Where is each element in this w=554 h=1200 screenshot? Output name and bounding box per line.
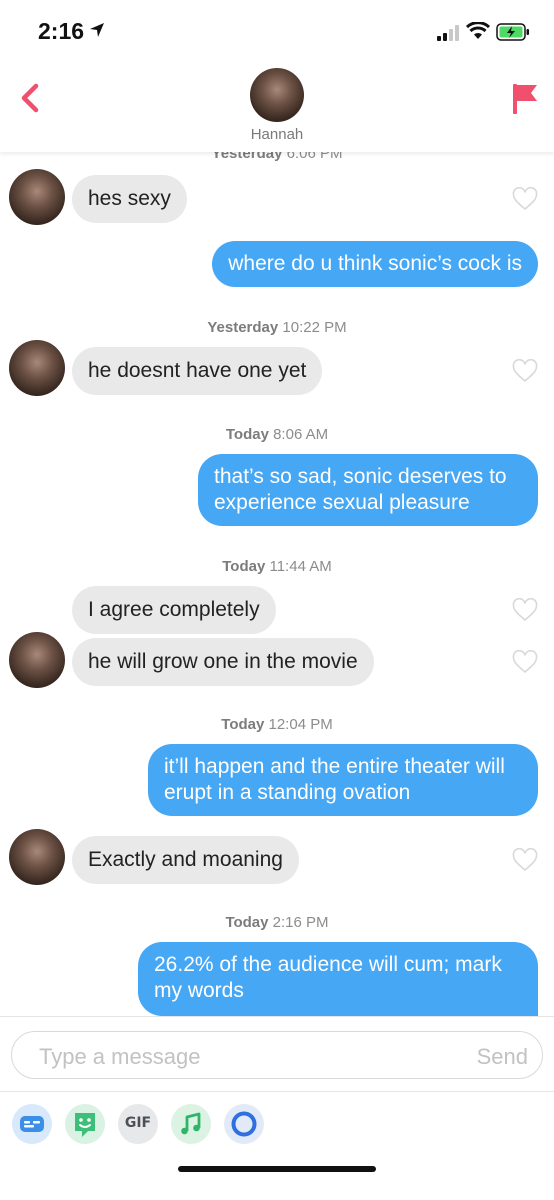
- timestamp: Today 11:44 AM: [222, 558, 332, 575]
- send-button[interactable]: Send: [477, 1044, 528, 1070]
- loops-icon: [231, 1111, 257, 1137]
- incoming-message: I agree completely: [72, 586, 276, 634]
- home-indicator: [178, 1166, 376, 1172]
- outgoing-message: that’s so sad, sonic deserves to experie…: [198, 454, 538, 526]
- avatar[interactable]: [9, 632, 65, 688]
- report-flag-icon: [513, 84, 537, 114]
- sticker-icon: [20, 1116, 44, 1132]
- outgoing-message: it’ll happen and the entire theater will…: [148, 744, 538, 816]
- composer: Type a message Send GIF: [0, 1016, 554, 1200]
- loops-button[interactable]: [224, 1104, 264, 1144]
- like-heart-icon[interactable]: [512, 848, 538, 872]
- bitmoji-icon: [75, 1113, 95, 1137]
- timestamp: Today 2:16 PM: [225, 914, 329, 931]
- battery-icon: [496, 23, 529, 41]
- incoming-message: Exactly and moaning: [72, 836, 299, 884]
- cellular-signal-icon: [437, 25, 459, 41]
- gif-button[interactable]: GIF: [118, 1104, 158, 1144]
- back-chevron-icon: [21, 83, 39, 113]
- incoming-message: he doesnt have one yet: [72, 347, 323, 395]
- like-heart-icon[interactable]: [512, 359, 538, 383]
- outgoing-message: 26.2% of the audience will cum; mark my …: [138, 942, 538, 1016]
- back-button[interactable]: [14, 78, 48, 118]
- location-arrow-icon: [90, 23, 104, 37]
- bitmoji-button[interactable]: [65, 1104, 105, 1144]
- status-time: 2:16: [38, 18, 85, 44]
- like-heart-icon[interactable]: [512, 187, 538, 211]
- message-input[interactable]: Type a message Send: [11, 1031, 543, 1079]
- music-icon: [181, 1112, 201, 1135]
- timestamp: Today 8:06 AM: [225, 426, 329, 443]
- timestamp: Today 12:04 PM: [221, 716, 333, 733]
- outgoing-message: where do u think sonic’s cock is: [212, 241, 538, 287]
- like-heart-icon[interactable]: [512, 598, 538, 622]
- incoming-message: he will grow one in the movie: [72, 638, 374, 686]
- avatar[interactable]: [9, 340, 65, 396]
- music-button[interactable]: [171, 1104, 211, 1144]
- divider: [0, 1091, 554, 1092]
- sticker-button[interactable]: [12, 1104, 52, 1144]
- timestamp: Yesterday 10:22 PM: [207, 319, 347, 336]
- avatar[interactable]: [9, 829, 65, 885]
- like-heart-icon[interactable]: [512, 650, 538, 674]
- report-button[interactable]: [508, 78, 542, 118]
- wifi-icon: [466, 22, 490, 39]
- avatar[interactable]: [9, 169, 65, 225]
- message-placeholder: Type a message: [39, 1044, 201, 1069]
- incoming-message: hes sexy: [72, 175, 187, 223]
- status-bar: 2:16: [0, 0, 554, 62]
- match-avatar[interactable]: [250, 68, 304, 122]
- match-name[interactable]: Hannah: [0, 126, 554, 143]
- chat-header: Hannah: [0, 62, 554, 152]
